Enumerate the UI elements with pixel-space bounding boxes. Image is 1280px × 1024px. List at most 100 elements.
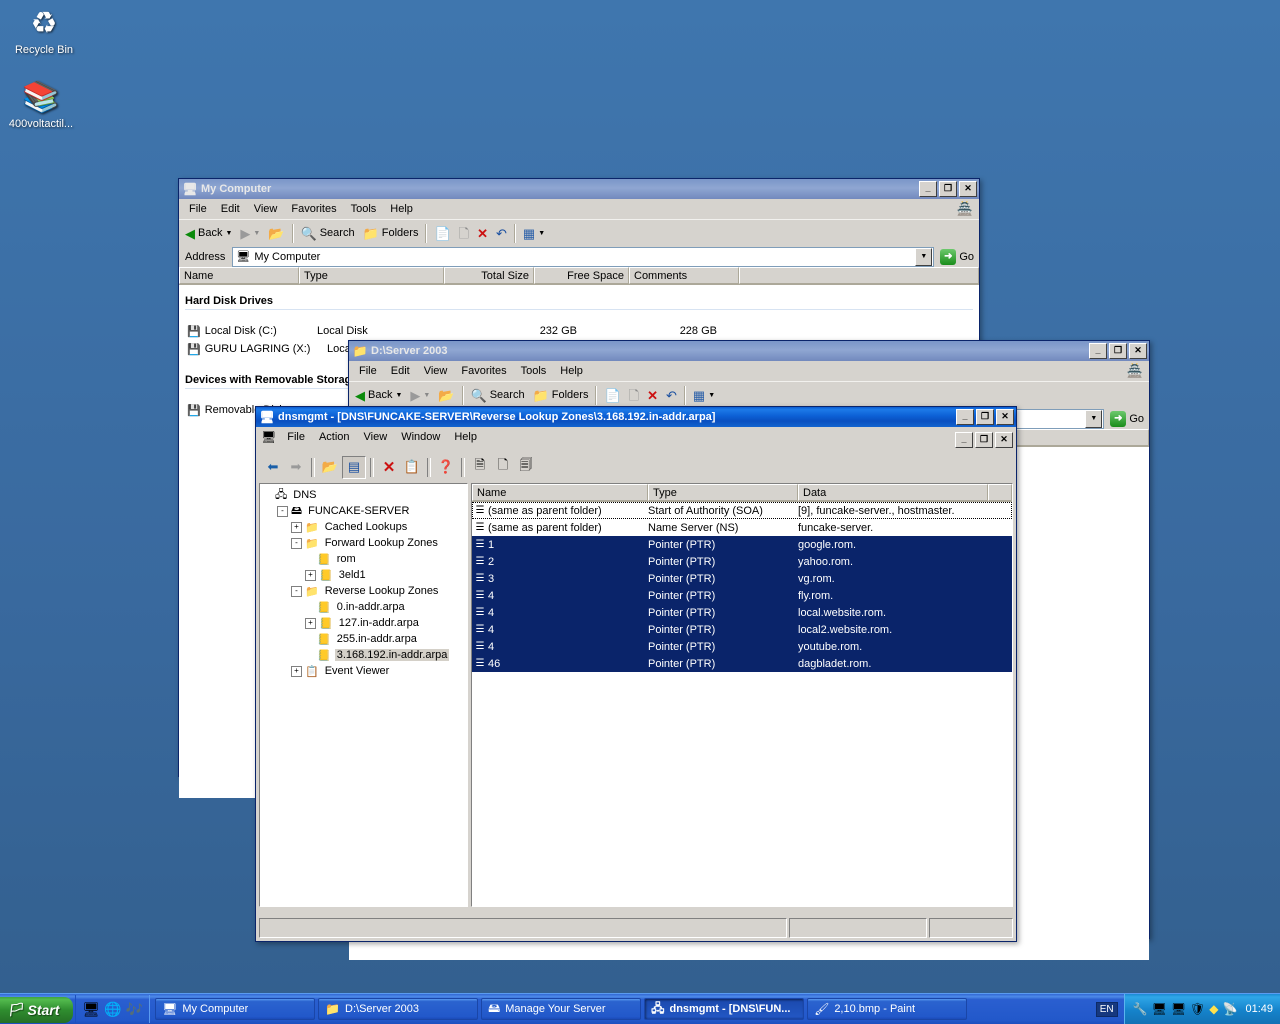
mdi-restore-button[interactable]: ❐ — [975, 432, 993, 448]
column-header-comments[interactable]: Comments — [629, 267, 739, 284]
up-one-level-icon[interactable]: 📂 — [319, 457, 341, 478]
column-header-total-size[interactable]: Total Size — [444, 267, 534, 284]
desktop-icon-400voltactil[interactable]: 📚 400voltactil... — [0, 80, 82, 130]
maximize-button[interactable]: ❐ — [1109, 343, 1127, 359]
dns-tree-node[interactable]: + 📋 Event Viewer — [263, 663, 465, 679]
show-desktop-icon[interactable]: 🖥 — [82, 1001, 100, 1018]
column-header-name[interactable]: Name — [179, 267, 299, 284]
network-connected-icon[interactable]: 🖥 — [1152, 1002, 1167, 1016]
menu-favorites[interactable]: Favorites — [284, 201, 343, 217]
back-arrow-icon[interactable]: ⬅ — [262, 457, 284, 478]
dns-record-row[interactable]: ☰ 1 Pointer (PTR) google.rom. — [472, 536, 1012, 553]
collapse-icon[interactable]: - — [291, 537, 302, 549]
dns-record-row[interactable]: ☰ 4 Pointer (PTR) local2.website.rom. — [472, 621, 1012, 638]
expand-icon[interactable]: + — [305, 617, 316, 629]
network-disconnected-icon[interactable]: 🖥 — [1171, 1002, 1186, 1016]
toolbar-dnsmgmt[interactable]: ⬅ ➡ 📂 ▤ ✕ 📋 ❓ 🗎 🗋 🗐 — [258, 455, 1014, 479]
internet-explorer-icon[interactable]: 🌐 — [104, 1001, 121, 1018]
menu-help[interactable]: Help — [383, 201, 420, 217]
menu-file[interactable]: File — [182, 201, 214, 217]
address-dropdown-icon[interactable]: ▼ — [915, 247, 933, 266]
menu-view[interactable]: View — [417, 363, 455, 379]
drive-row-local-disk-c[interactable]: 💾 Local Disk (C:) Local Disk 232 GB 228 G… — [179, 322, 979, 340]
clock[interactable]: 01:49 — [1245, 1003, 1273, 1015]
dns-record-row[interactable]: ☰ 2 Pointer (PTR) yahoo.rom. — [472, 553, 1012, 570]
taskbar[interactable]: 🏳 Start 🖥 🌐 🎶 🖥 My Computer 📁 D:\Server 200… — [0, 993, 1280, 1024]
close-button[interactable]: ✕ — [996, 409, 1014, 425]
menu-file[interactable]: File — [280, 429, 312, 445]
tools-icon[interactable]: 🔧 — [1133, 1002, 1148, 1016]
detail-view-icon[interactable]: 🗐 — [515, 457, 537, 478]
dns-record-row[interactable]: ☰ 46 Pointer (PTR) dagbladet.rom. — [472, 655, 1012, 672]
toolbar-server-2003[interactable]: ◀ Back ▼ ▶ ▼ 📂 🔍 Search 📁 Folders 📄 🗋 ✕ ↶ ▦ ▼ — [349, 381, 1149, 408]
system-tray[interactable]: 🔧 🖥 🖥 🛡 ◆ 📡 01:49 — [1123, 994, 1280, 1024]
back-button[interactable]: ◀ Back ▼ — [351, 387, 406, 404]
up-button[interactable]: 📂 — [264, 225, 288, 242]
folders-button[interactable]: 📁 Folders — [529, 387, 593, 404]
dns-tree-node[interactable]: + 📁 Cached Lookups — [263, 519, 465, 535]
undo-button[interactable]: ↶ — [662, 387, 681, 404]
views-button[interactable]: ▦ ▼ — [689, 387, 719, 404]
taskbar-buttons[interactable]: 🖥 My Computer 📁 D:\Server 2003 🖴 Manage Your … — [150, 998, 1090, 1020]
column-header-data[interactable]: Data — [798, 484, 988, 501]
dns-record-row[interactable]: ☰ (same as parent folder) Start of Authori… — [472, 502, 1012, 519]
menu-bar-dnsmgmt[interactable]: 🖥 File Action View Window Help — [256, 427, 1016, 447]
title-bar-server-2003[interactable]: 📁 D:\Server 2003 _ ❐ ✕ — [349, 341, 1149, 361]
toolbar-my-computer[interactable]: ◀ Back ▼ ▶ ▼ 📂 🔍 Search 📁 Folders 📄 🗋 ✕ ↶ ▦ ▼ — [179, 219, 979, 246]
menu-file[interactable]: File — [352, 363, 384, 379]
dns-tree-node[interactable]: 📒 0.in-addr.arpa — [263, 599, 465, 615]
title-bar-my-computer[interactable]: 🖥 My Computer _ ❐ ✕ — [179, 179, 979, 199]
folders-button[interactable]: 📁 Folders — [359, 225, 423, 242]
search-button[interactable]: 🔍 Search — [297, 225, 359, 242]
column-header-name[interactable]: Name — [472, 484, 648, 501]
back-button[interactable]: ◀ Back ▼ — [181, 225, 236, 242]
column-header-type[interactable]: Type — [299, 267, 444, 284]
warning-diamond-icon[interactable]: ◆ — [1209, 1002, 1218, 1016]
dns-record-list[interactable]: ☰ (same as parent folder) Start of Authori… — [472, 502, 1012, 672]
copy-to-button[interactable]: 🗋 — [625, 387, 643, 404]
list-view-icon[interactable]: 🗋 — [492, 457, 514, 478]
properties-icon[interactable]: 📋 — [401, 457, 423, 478]
forward-button[interactable]: ▶ ▼ — [406, 387, 434, 404]
close-button[interactable]: ✕ — [1129, 343, 1147, 359]
quick-launch-bar[interactable]: 🖥 🌐 🎶 — [75, 995, 151, 1023]
menu-tools[interactable]: Tools — [344, 201, 384, 217]
dns-record-row[interactable]: ☰ 3 Pointer (PTR) vg.rom. — [472, 570, 1012, 587]
search-button[interactable]: 🔍 Search — [467, 387, 529, 404]
minimize-button[interactable]: _ — [1089, 343, 1107, 359]
maximize-button[interactable]: ❐ — [939, 181, 957, 197]
dns-tree[interactable]: 🖧 DNS - 🖴 FUNCAKE-SERVER + 📁 Cached Lookups - 📁 Fo… — [260, 484, 467, 679]
collapse-icon[interactable]: - — [277, 505, 288, 517]
media-player-icon[interactable]: 🎶 — [126, 1001, 143, 1018]
mdi-close-button[interactable]: ✕ — [995, 432, 1013, 448]
address-input[interactable]: 🖥 My Computer ▼ — [232, 246, 935, 267]
taskbar-button[interactable]: 🖧 dnsmgmt - [DNS\FUN... — [644, 998, 805, 1020]
dns-tree-pane[interactable]: 🖧 DNS - 🖴 FUNCAKE-SERVER + 📁 Cached Lookups - 📁 Fo… — [259, 483, 468, 907]
menu-edit[interactable]: Edit — [384, 363, 417, 379]
taskbar-button[interactable]: 🖴 Manage Your Server — [481, 998, 642, 1020]
delete-button[interactable]: ✕ — [473, 225, 492, 242]
window-dnsmgmt[interactable]: 🖥 dnsmgmt - [DNS\FUNCAKE-SERVER\Reverse … — [255, 406, 1017, 942]
menu-bar-server-2003[interactable]: File Edit View Favorites Tools Help 🏯 — [349, 361, 1149, 381]
dns-tree-node[interactable]: + 📒 3eld1 — [263, 567, 465, 583]
dns-tree-node[interactable]: - 📁 Forward Lookup Zones — [263, 535, 465, 551]
column-header-type[interactable]: Type — [648, 484, 798, 501]
taskbar-button[interactable]: 📁 D:\Server 2003 — [318, 998, 479, 1020]
delete-x-icon[interactable]: ✕ — [378, 457, 400, 478]
menu-favorites[interactable]: Favorites — [454, 363, 513, 379]
taskbar-button[interactable]: 🖥 My Computer — [155, 998, 316, 1020]
maximize-button[interactable]: ❐ — [976, 409, 994, 425]
menu-bar-my-computer[interactable]: File Edit View Favorites Tools Help 🏯 — [179, 199, 979, 219]
dns-record-row[interactable]: ☰ 4 Pointer (PTR) local.website.rom. — [472, 604, 1012, 621]
menu-view[interactable]: View — [357, 429, 395, 445]
dns-tree-node[interactable]: - 🖴 FUNCAKE-SERVER — [263, 503, 465, 519]
expand-icon[interactable]: + — [291, 521, 302, 533]
menu-window[interactable]: Window — [394, 429, 447, 445]
minimize-button[interactable]: _ — [919, 181, 937, 197]
column-header-free-space[interactable]: Free Space — [534, 267, 629, 284]
column-headers-dns[interactable]: Name Type Data — [472, 484, 1012, 502]
menu-tools[interactable]: Tools — [514, 363, 554, 379]
dns-tree-node[interactable]: 📒 rom — [263, 551, 465, 567]
collapse-icon[interactable]: - — [291, 585, 302, 597]
copy-to-button[interactable]: 🗋 — [455, 225, 473, 242]
